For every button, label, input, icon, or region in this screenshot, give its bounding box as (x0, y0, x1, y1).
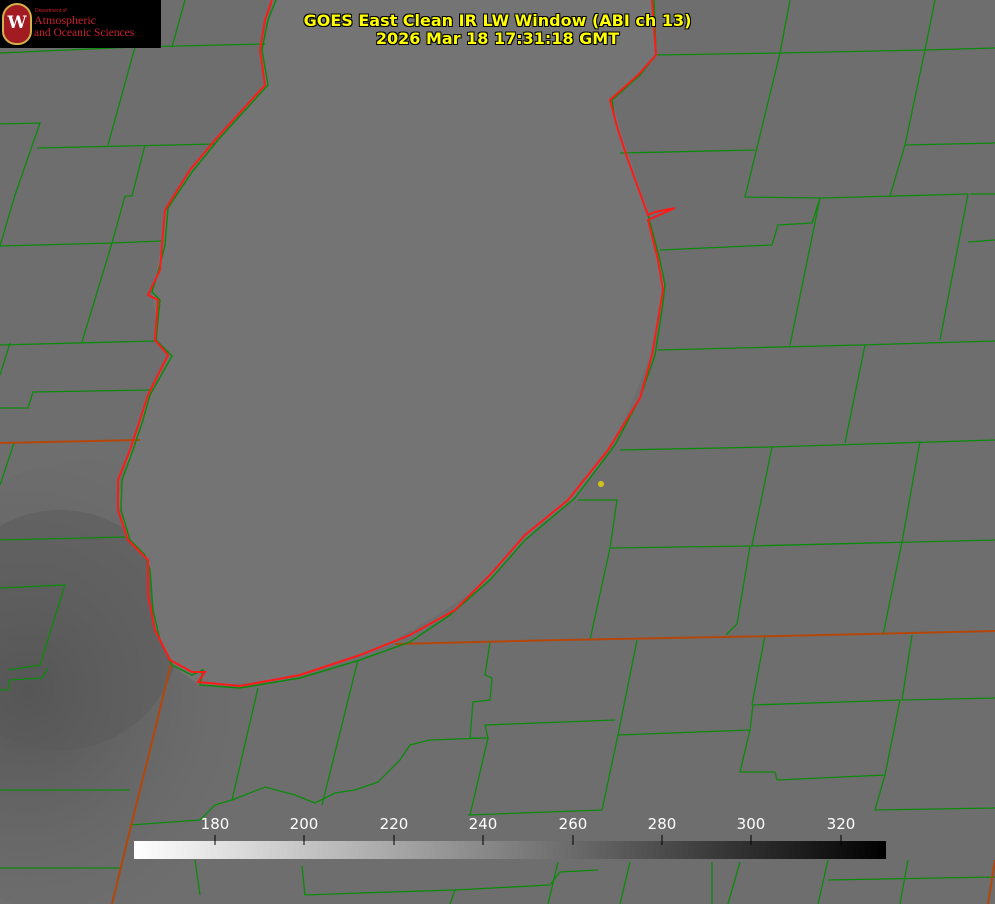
colorbar-tick-label: 220 (379, 815, 409, 833)
colorbar-tick-label: 260 (558, 815, 588, 833)
image-title: GOES East Clean IR LW Window (ABI ch 13) (303, 11, 692, 30)
colorbar (134, 841, 886, 859)
colorbar-tick-label: 300 (736, 815, 766, 833)
colorbar-tick-label: 320 (826, 815, 856, 833)
colorbar-tick-label: 200 (289, 815, 319, 833)
colorbar-tick-label: 280 (647, 815, 677, 833)
colorbar-tick-label: 240 (468, 815, 498, 833)
satellite-map (0, 0, 995, 904)
colorbar-tick-label: 180 (200, 815, 230, 833)
image-timestamp: 2026 Mar 18 17:31:18 GMT (375, 29, 620, 48)
location-marker (598, 481, 604, 487)
